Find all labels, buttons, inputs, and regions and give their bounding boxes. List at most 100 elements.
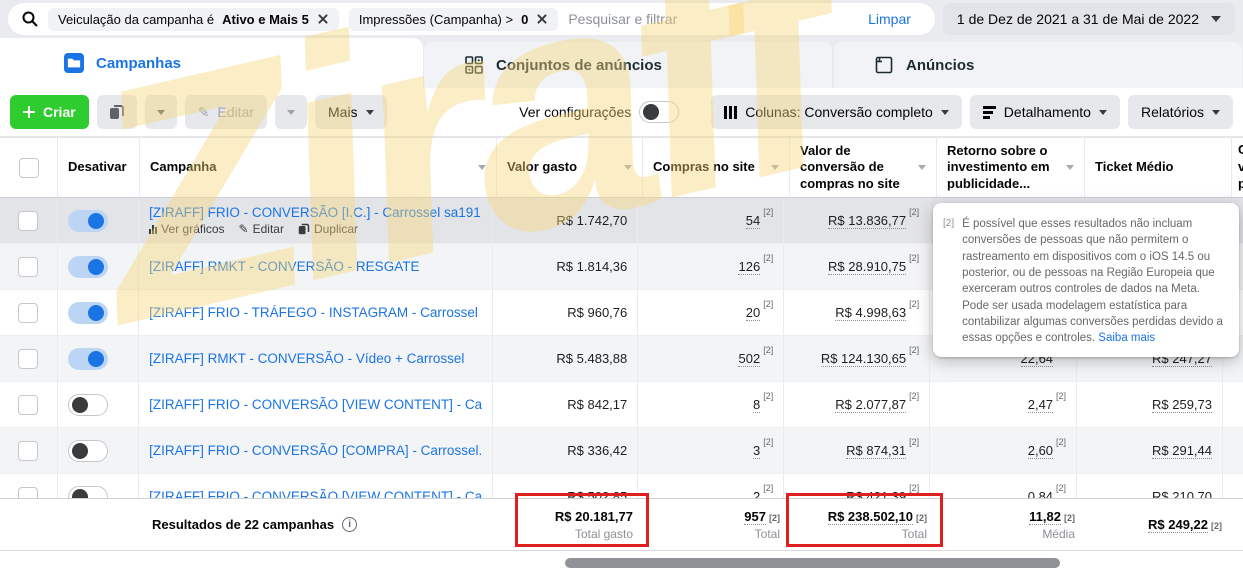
campaign-name-link[interactable]: [ZIRAFF] FRIO - CONVERSÃO [COMPRA] - Car… [149, 443, 482, 458]
footer-conversion-value: R$ 238.502,10[2] Total [790, 499, 937, 550]
edit-action[interactable]: ✎Editar [239, 222, 284, 236]
duplicate-button[interactable] [97, 95, 137, 129]
row-toggle-cell [58, 382, 139, 427]
date-range-picker[interactable]: 1 de Dez de 2021 a 31 de Mai de 2022 [943, 3, 1235, 35]
search-icon [22, 11, 38, 27]
sort-icon [478, 165, 486, 170]
conversion-value-link[interactable]: R$ 28.910,75 [828, 259, 906, 275]
purchases-value-link[interactable]: 126 [738, 259, 760, 275]
edit-options-button[interactable] [275, 95, 307, 129]
view-charts-action[interactable]: Ver gráficos [149, 222, 224, 236]
column-header-spend[interactable]: Valor gasto [497, 138, 643, 197]
campaign-toggle[interactable] [68, 302, 108, 324]
adsets-grid-icon [464, 55, 484, 75]
ticket-value-link[interactable]: R$ 291,44 [1152, 443, 1212, 459]
campaign-toggle[interactable] [68, 440, 108, 462]
row-toggle-cell [58, 474, 139, 498]
sort-icon [918, 165, 926, 170]
remove-filter-icon[interactable] [317, 13, 329, 25]
cell-conversion-value: R$ 4.998,63[2] [784, 290, 930, 335]
search-filter-pill[interactable]: Veiculação da campanha é Ativo e Mais 5 … [8, 3, 935, 35]
horizontal-scrollbar-track[interactable] [0, 550, 1243, 577]
cell-purchases: 54[2] [638, 198, 784, 243]
horizontal-scrollbar-thumb[interactable] [565, 558, 1060, 568]
edit-button[interactable]: ✎ Editar [185, 95, 267, 129]
learn-more-link[interactable]: Saiba mais [1098, 332, 1155, 344]
tab-ads[interactable]: Anúncios [834, 42, 1242, 88]
pencil-icon: ✎ [239, 223, 249, 235]
conversion-value-link[interactable]: R$ 4.998,63 [835, 305, 906, 321]
campaign-name-link[interactable]: [ZIRAFF] FRIO - CONVERSÃO [I.C.] - Carro… [149, 205, 481, 220]
reports-button[interactable]: Relatórios [1128, 95, 1233, 129]
columns-button[interactable]: Colunas: Conversão completo [711, 95, 962, 129]
tab-adsets[interactable]: Conjuntos de anúncios [424, 42, 832, 88]
purchases-value-link[interactable]: 54 [746, 213, 760, 229]
filter-chip-value: 0 [521, 12, 528, 27]
more-button[interactable]: Mais [315, 95, 387, 129]
row-checkbox-cell [0, 336, 58, 381]
select-all-checkbox[interactable] [19, 158, 39, 178]
duplicate-action[interactable]: Duplicar [298, 222, 358, 236]
remove-filter-icon[interactable] [536, 13, 548, 25]
campaign-name-link[interactable]: [ZIRAFF] FRIO - CONVERSÃO [VIEW CONTENT]… [149, 489, 482, 498]
filter-chip-delivery[interactable]: Veiculação da campanha é Ativo e Mais 5 [48, 8, 339, 31]
search-input[interactable]: Pesquisar e filtrar [568, 11, 858, 27]
info-icon[interactable] [342, 517, 357, 532]
row-checkbox-cell [0, 290, 58, 335]
conversion-value-link[interactable]: R$ 421,39 [846, 489, 906, 499]
roas-value-link[interactable]: 2,47 [1028, 397, 1053, 413]
purchases-value-link[interactable]: 502 [738, 351, 760, 367]
roas-value-link[interactable]: 2,60 [1028, 443, 1053, 459]
conversion-value-link[interactable]: R$ 124.130,65 [821, 351, 906, 367]
campaign-toggle[interactable] [68, 256, 108, 278]
columns-icon [724, 106, 737, 119]
purchases-value-link[interactable]: 3 [753, 443, 760, 459]
column-header-campaign[interactable]: Campanha [140, 138, 497, 197]
row-checkbox[interactable] [18, 211, 38, 231]
plus-icon [23, 106, 35, 118]
create-button[interactable]: Criar [10, 95, 89, 129]
conversion-value-link[interactable]: R$ 874,31 [846, 443, 906, 459]
sort-icon [771, 165, 779, 170]
tab-campaigns[interactable]: Campanhas [0, 38, 423, 88]
column-header-roas[interactable]: Retorno sobre o investimento em publicid… [937, 138, 1085, 197]
campaign-toggle[interactable] [68, 210, 108, 232]
ticket-value-link[interactable]: R$ 210,70 [1152, 489, 1212, 499]
conversion-value-link[interactable]: R$ 13.836,77 [828, 213, 906, 229]
row-checkbox[interactable] [18, 349, 38, 369]
clear-filters-button[interactable]: Limpar [868, 11, 921, 27]
breakdown-button[interactable]: Detalhamento [970, 95, 1120, 129]
campaign-name-link[interactable]: [ZIRAFF] RMKT - CONVERSÃO - RESGATE [149, 259, 419, 274]
ticket-value-link[interactable]: R$ 259,73 [1152, 397, 1212, 413]
purchases-value-link[interactable]: 8 [753, 397, 760, 413]
row-checkbox[interactable] [18, 257, 38, 277]
row-checkbox[interactable] [18, 441, 38, 461]
campaign-name-link[interactable]: [ZIRAFF] RMKT - CONVERSÃO - Vídeo + Carr… [149, 351, 464, 366]
row-checkbox[interactable] [18, 395, 38, 415]
campaign-toggle[interactable] [68, 394, 108, 416]
footer-spend: R$ 20.181,77 Total gasto [497, 499, 643, 550]
filter-chip-impressions[interactable]: Impressões (Campanha) > 0 [349, 8, 559, 31]
duplicate-options-button[interactable] [145, 95, 177, 129]
more-button-label: Mais [328, 104, 358, 120]
campaign-name-link[interactable]: [ZIRAFF] FRIO - TRÁFEGO - INSTAGRAM - Ca… [149, 305, 478, 320]
tooltip-ref: [2] [943, 217, 954, 347]
filter-chip-prefix: Impressões (Campanha) > [359, 12, 513, 27]
campaign-name-link[interactable]: [ZIRAFF] FRIO - CONVERSÃO [VIEW CONTENT]… [149, 397, 482, 412]
roas-value-link[interactable]: 0,84 [1028, 489, 1053, 499]
row-checkbox[interactable] [18, 487, 38, 499]
row-actions: Ver gráficos ✎Editar Duplicar [149, 222, 358, 236]
conversion-value-link[interactable]: R$ 2.077,87 [835, 397, 906, 413]
column-header-conversion-value[interactable]: Valor de conversão de compras no site [790, 138, 937, 197]
row-checkbox-cell [0, 244, 58, 289]
purchases-value-link[interactable]: 20 [746, 305, 760, 321]
chevron-down-icon [941, 110, 949, 115]
table-row: [ZIRAFF] FRIO - CONVERSÃO [VIEW CONTENT]… [0, 382, 1243, 428]
view-settings-toggle[interactable] [639, 101, 679, 123]
row-checkbox[interactable] [18, 303, 38, 323]
campaign-toggle[interactable] [68, 348, 108, 370]
column-header-ticket[interactable]: Ticket Médio [1085, 138, 1232, 197]
purchases-value-link[interactable]: 2 [753, 489, 760, 499]
campaign-toggle[interactable] [68, 486, 108, 499]
column-header-purchases[interactable]: Compras no site [643, 138, 790, 197]
